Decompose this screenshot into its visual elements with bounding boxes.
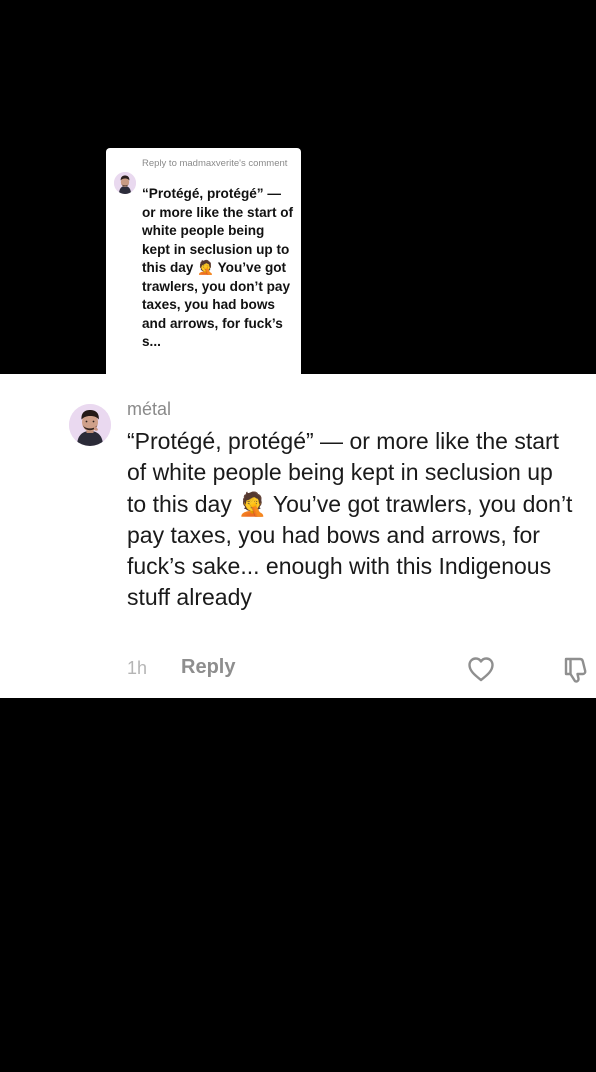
heart-icon[interactable]	[466, 654, 496, 684]
comment-text: “Protégé, protégé” — or more like the st…	[127, 428, 573, 611]
reply-sticker: Reply to madmaxverite's comment “Protégé…	[106, 148, 301, 374]
avatar-illustration	[69, 404, 111, 446]
reply-text: “Protégé, protégé” — or more like the st…	[142, 185, 294, 352]
thumbs-down-icon[interactable]	[560, 653, 592, 685]
comment-username[interactable]: métal	[127, 399, 171, 420]
comment-timestamp: 1h	[127, 658, 148, 678]
reply-button[interactable]: Reply	[181, 656, 235, 679]
avatar[interactable]	[69, 404, 111, 446]
comment-panel: métal “Protégé, protégé” — or more like …	[0, 374, 596, 698]
avatar-illustration	[114, 172, 136, 194]
reply-header: Reply to madmaxverite's comment	[142, 158, 288, 169]
reply-text-content: “Protégé, protégé” — or more like the st…	[142, 186, 294, 349]
reply-avatar	[114, 172, 136, 194]
